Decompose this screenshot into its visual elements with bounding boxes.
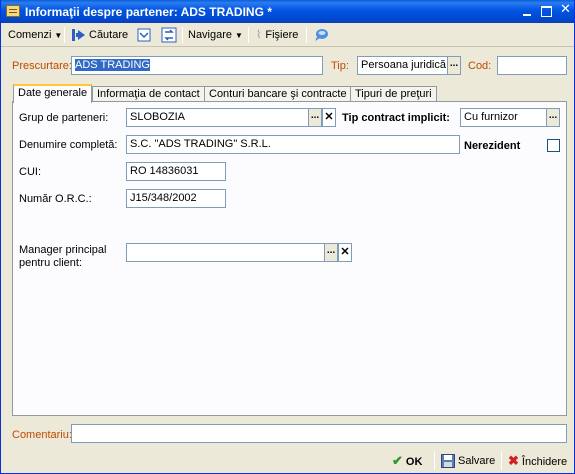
tip-label: Tip: [331,60,349,72]
speech-bubble-icon [313,27,329,43]
paperclip-icon: ⌇ [256,29,262,41]
nerezident-label: Nerezident [464,140,521,152]
grup-label: Grup de parteneri: [19,112,109,124]
tip-contract-select[interactable]: Cu furnizor [460,108,548,127]
denumire-value: S.C. "ADS TRADING" S.R.L. [130,138,271,150]
dropdown-arrow-icon: ▼ [235,31,243,40]
title-bar[interactable]: Informaţii despre partener: ADS TRADING … [1,0,574,23]
manager-browse-button[interactable]: ... [324,243,338,262]
grup-value: SLOBOZIA [130,111,186,123]
fisiere-label: Fişiere [265,29,299,41]
denumire-label: Denumire completă: [19,139,118,151]
help-button[interactable] [313,25,329,45]
tip-value: Persoana juridică [361,59,446,71]
cui-input[interactable]: RO 14836031 [126,162,226,181]
checkmark-icon: ✔ [392,453,403,468]
comenzi-menu[interactable]: Comenzi ▼ [8,25,62,45]
salvare-button[interactable]: Salvare [441,452,495,470]
tab-conturi-bancare[interactable]: Conturi bancare şi contracte [204,86,352,102]
tip-contract-label: Tip contract implicit: [342,112,450,124]
prescurtare-input[interactable]: ADS TRADING [71,56,323,75]
ok-label: OK [405,456,423,468]
manager-label-line2: pentru client: [19,257,82,269]
manager-label-line1: Manager principal [19,244,107,256]
cod-input[interactable] [497,56,567,75]
swap-arrows-icon [161,27,177,43]
dropdown-arrow-icon: ▼ [54,31,63,40]
cui-value: RO 14836031 [130,165,199,177]
prescurtare-label: Prescurtare: [12,60,72,72]
minimize-button[interactable] [519,3,536,19]
manager-input[interactable] [126,243,326,262]
toolbar-separator [306,27,307,43]
comentariu-label: Comentariu: [12,429,72,441]
comentariu-input[interactable] [71,424,567,443]
orc-label: Număr O.R.C.: [19,193,92,205]
navigare-label: Navigare [188,29,233,41]
grup-input[interactable]: SLOBOZIA [126,108,311,127]
nerezident-checkbox[interactable] [547,139,560,152]
close-button[interactable]: ✕ [557,3,574,19]
window-title: Informaţii despre partener: ADS TRADING … [25,5,272,19]
toolbar-separator [182,27,183,43]
grup-clear-button[interactable]: ✕ [322,108,336,127]
navigare-menu[interactable]: Navigare ▼ [188,25,243,45]
prescurtare-value: ADS TRADING [75,59,150,71]
tip-contract-value: Cu furnizor [464,111,518,123]
tip-contract-browse-button[interactable]: ... [546,108,560,127]
search-arrow-icon [71,27,87,43]
orc-value: J15/348/2002 [130,192,197,204]
maximize-button[interactable] [538,3,555,19]
inchidere-label: Închidere [521,456,568,468]
cautare-label: Căutare [89,29,129,41]
floppy-disk-icon [441,454,455,469]
tab-date-generale[interactable]: Date generale [13,84,93,103]
ok-button[interactable]: ✔ OK [392,452,422,470]
toolbar: Comenzi ▼ Căutare Navigare ▼ ⌇ Fişiere [1,23,574,47]
inchidere-button[interactable]: ✖ Închidere [508,452,567,470]
button-separator [501,452,502,470]
red-x-icon: ✖ [508,453,519,468]
view-button[interactable] [136,25,152,45]
cod-label: Cod: [468,60,492,72]
partner-info-window: Informaţii despre partener: ADS TRADING … [0,0,575,474]
manager-clear-button[interactable]: ✕ [338,243,352,262]
tab-informatia-de-contact[interactable]: Informaţia de contact [92,86,205,102]
swap-button[interactable] [161,25,177,45]
document-view-icon [136,27,152,43]
salvare-label: Salvare [458,455,496,467]
cui-label: CUI: [19,166,41,178]
button-separator [434,452,435,470]
fisiere-button[interactable]: ⌇ Fişiere [256,25,298,45]
comenzi-label: Comenzi [8,29,52,41]
toolbar-separator [64,27,65,43]
tip-browse-button[interactable]: ... [447,56,461,75]
toolbar-separator [248,27,249,43]
tip-select[interactable]: Persoana juridică [357,56,449,75]
cautare-button[interactable]: Căutare [71,25,128,45]
orc-input[interactable]: J15/348/2002 [126,189,226,208]
denumire-input[interactable]: S.C. "ADS TRADING" S.R.L. [126,135,460,154]
grup-browse-button[interactable]: ... [308,108,322,127]
form-icon [6,5,20,17]
tab-tipuri-de-preturi[interactable]: Tipuri de preţuri [350,86,437,102]
